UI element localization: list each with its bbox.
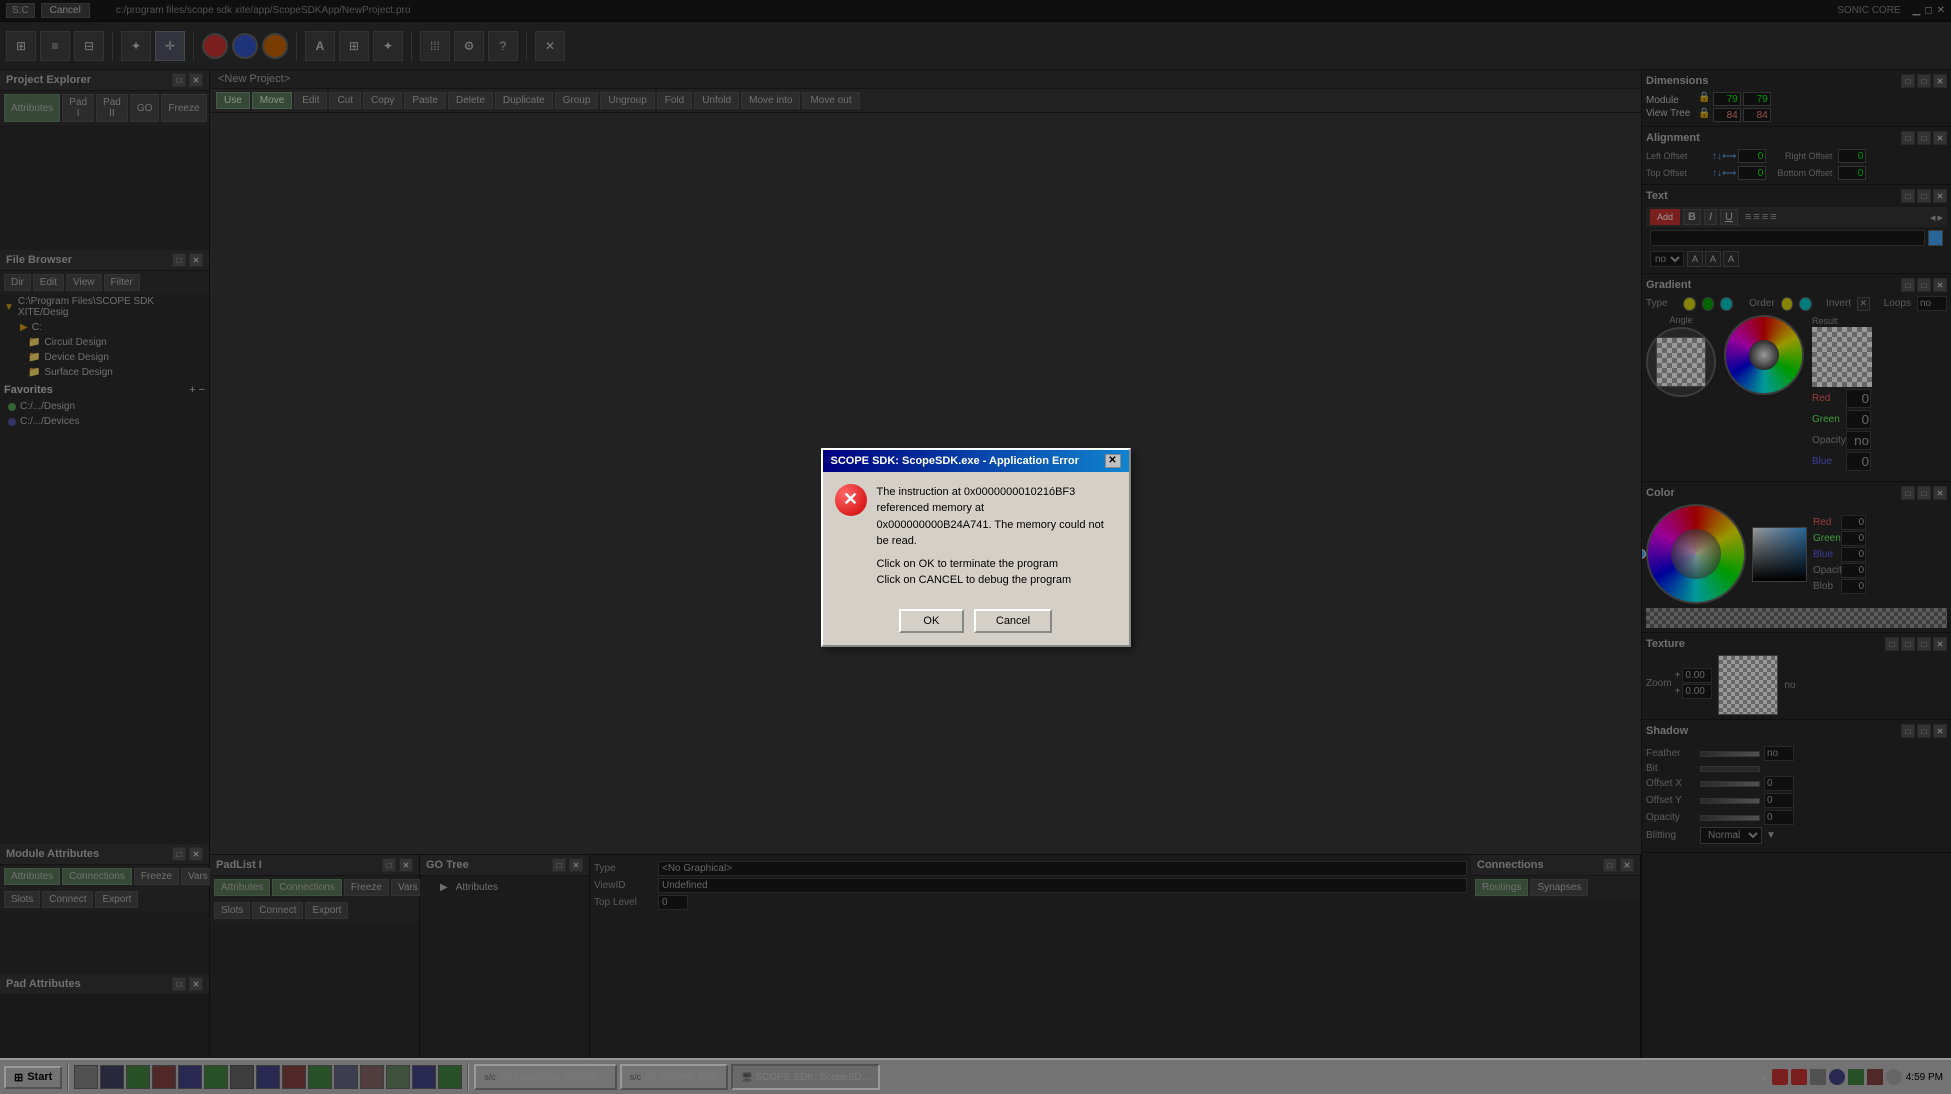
dialog-overlay: SCOPE SDK: ScopeSDK.exe - Application Er… <box>0 0 1951 1094</box>
error-dialog: SCOPE SDK: ScopeSDK.exe - Application Er… <box>821 448 1131 647</box>
dialog-message-line5: Click on CANCEL to debug the program <box>877 572 1117 589</box>
dialog-message-line4: Click on OK to terminate the program <box>877 556 1117 573</box>
dialog-message-line1: The instruction at 0x000000001021óBF3 re… <box>877 484 1117 517</box>
dialog-buttons: OK Cancel <box>823 601 1129 645</box>
dialog-cancel-button[interactable]: Cancel <box>974 609 1052 633</box>
dialog-body: ✕ The instruction at 0x000000001021óBF3 … <box>823 472 1129 601</box>
dialog-error-icon: ✕ <box>835 484 867 516</box>
dialog-ok-button[interactable]: OK <box>899 609 964 633</box>
dialog-message-line2: 0x000000000B24A741. The memory could not… <box>877 517 1117 550</box>
dialog-title: SCOPE SDK: ScopeSDK.exe - Application Er… <box>831 455 1079 467</box>
dialog-titlebar: SCOPE SDK: ScopeSDK.exe - Application Er… <box>823 450 1129 472</box>
dialog-message: The instruction at 0x000000001021óBF3 re… <box>877 484 1117 589</box>
dialog-close-btn[interactable]: ✕ <box>1105 454 1121 468</box>
